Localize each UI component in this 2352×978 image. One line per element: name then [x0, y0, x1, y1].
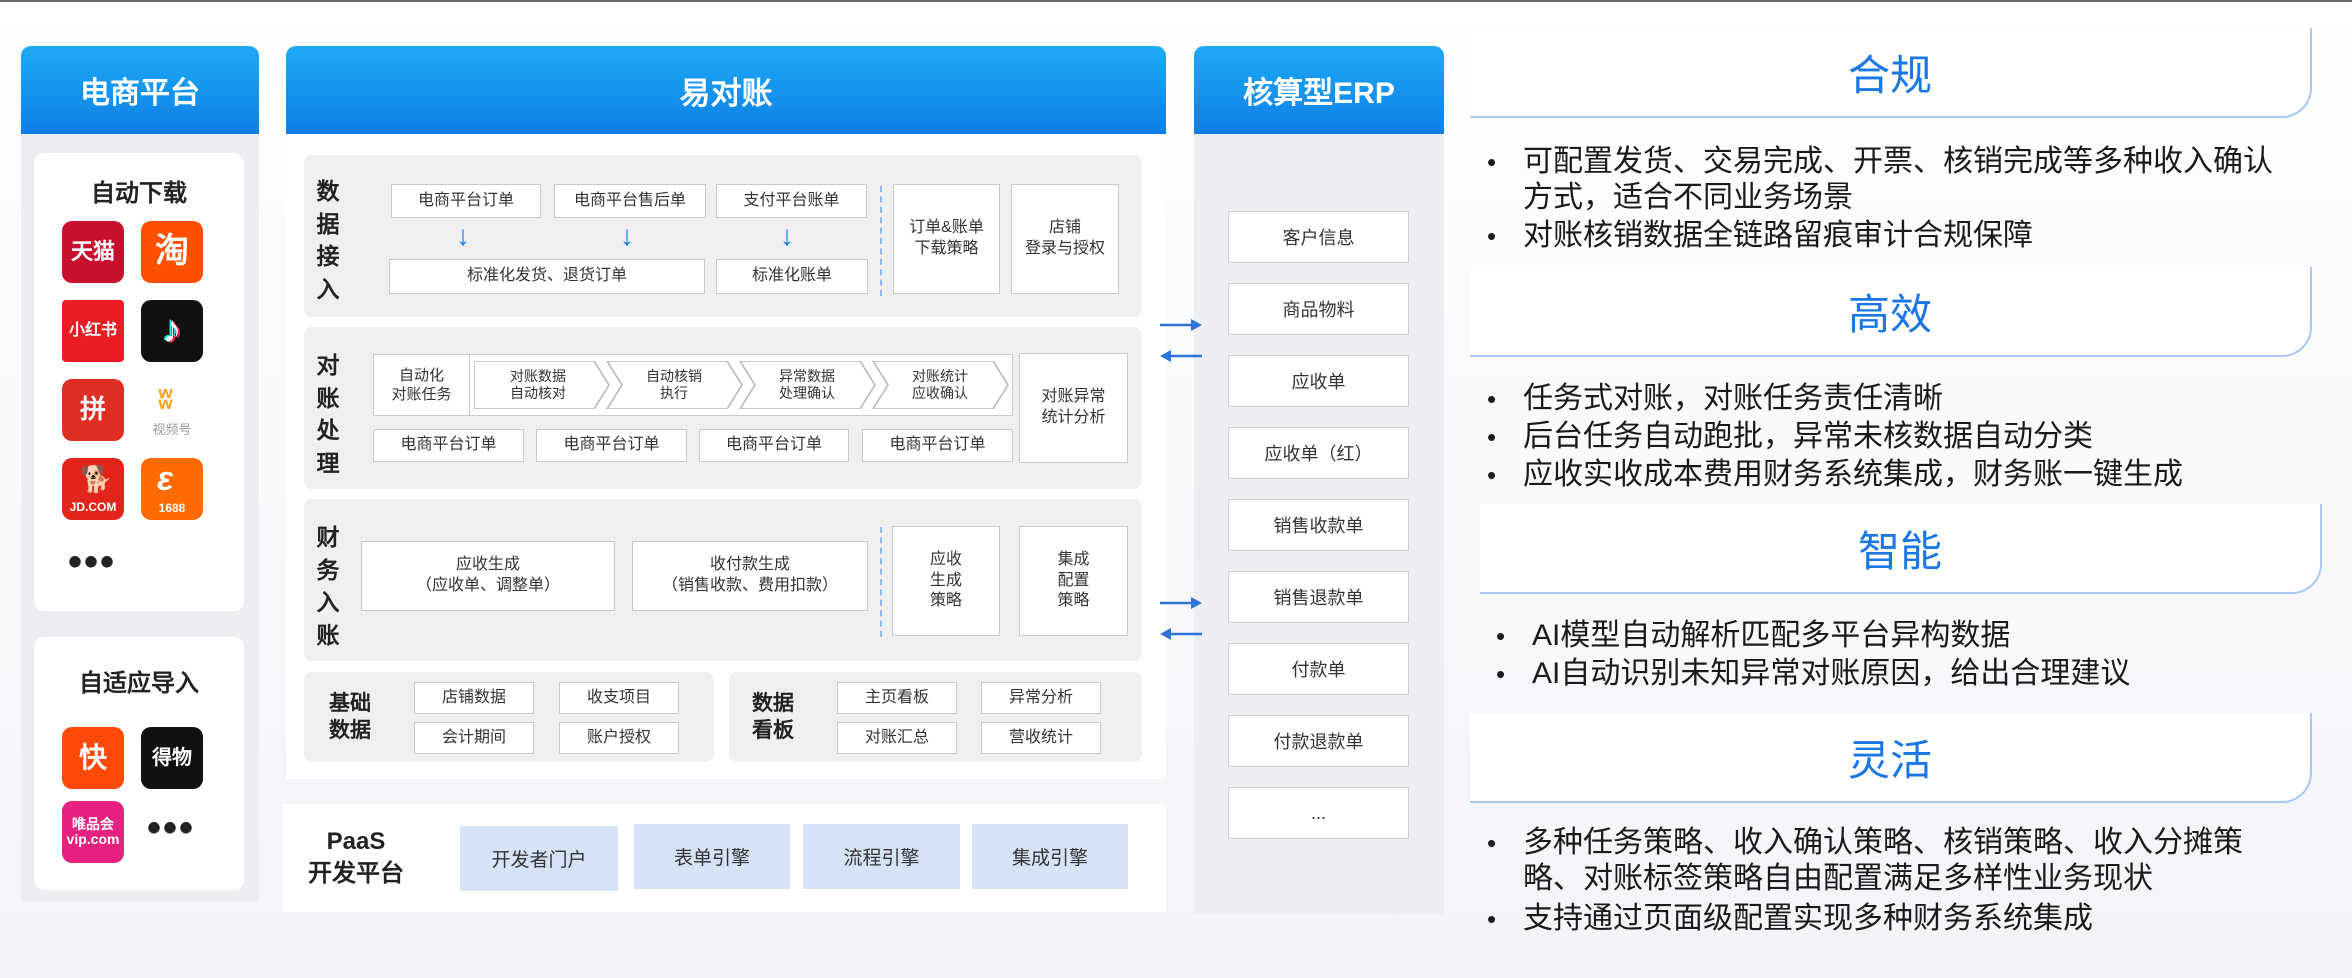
- standard-bill-box: 标准化账单: [716, 259, 868, 294]
- reconcile-summary-box: 对账汇总: [837, 722, 957, 754]
- pinduoduo-logo-icon: 拼: [62, 379, 124, 441]
- reconcile-order-box: 电商平台订单: [373, 429, 524, 462]
- anomaly-dashboard-box: 异常分析: [981, 682, 1101, 714]
- tmall-logo-icon: 天猫: [62, 221, 124, 283]
- feature-bullet: AI模型自动解析匹配多平台异构数据: [1490, 618, 2310, 654]
- home-dashboard-box: 主页看板: [837, 682, 957, 714]
- download-strategy-box: 订单&账单 下载策略: [893, 184, 1000, 294]
- recv-strategy-box: 应收 生成 策略: [892, 526, 1000, 636]
- integration-engine-box: 集成引擎: [972, 824, 1128, 889]
- erp-receivable: 应收单: [1228, 355, 1409, 407]
- feature-bullet: 多种任务策略、收入确认策略、核销策略、收入分摊策略、对账标签策略自由配置满足多样…: [1481, 825, 2301, 897]
- channels-symbol-icon: ʬ: [158, 384, 173, 415]
- down-arrow-icon: ↓: [620, 220, 634, 251]
- feature-flexibility-title: 灵活: [1470, 713, 2312, 803]
- erp-product-material: 商品物料: [1228, 283, 1409, 335]
- more-import-icon: •••: [147, 806, 196, 850]
- finance-label: 财 务 入 账: [316, 524, 340, 648]
- form-engine-box: 表单引擎: [634, 824, 790, 889]
- revenue-stats-box: 营收统计: [981, 722, 1101, 754]
- center-header: 易对账: [286, 46, 1166, 134]
- divider-dashed: [880, 527, 882, 637]
- jd-logo-icon: 🐕 JD.COM: [62, 458, 124, 520]
- step-label: 自动核销 执行: [646, 368, 702, 401]
- reconcile-label: 对 账 处 理: [316, 352, 340, 476]
- down-arrow-icon: ↓: [456, 220, 470, 251]
- alibaba1688-label: 1688: [158, 501, 186, 516]
- erp-payment-refund: 付款退款单: [1228, 715, 1409, 767]
- reconcile-order-box: 电商平台订单: [536, 429, 687, 462]
- erp-sales-receipt: 销售收款单: [1228, 499, 1409, 551]
- receivable-gen-box: 应收生成 （应收单、调整单）: [361, 541, 615, 611]
- reconcile-order-box: 电商平台订单: [862, 429, 1013, 462]
- standard-order-box: 标准化发货、退货订单: [389, 259, 705, 294]
- account-auth-box: 账户授权: [559, 722, 679, 754]
- divider-dashed: [880, 186, 882, 296]
- sync-arrows-bottom-icon: [1160, 597, 1202, 640]
- developer-portal-box: 开发者门户: [460, 826, 618, 891]
- platform-aftersale-box: 电商平台售后单: [554, 184, 706, 218]
- erp-sales-refund: 销售退款单: [1228, 571, 1409, 623]
- erp-receivable-red: 应收单（红）: [1228, 427, 1409, 479]
- accounting-period-box: 会计期间: [414, 722, 534, 754]
- xiaohongshu-logo-icon: 小红书: [62, 300, 124, 362]
- feature-bullet: 可配置发货、交易完成、开票、核销完成等多种收入确认方式，适合不同业务场景: [1481, 144, 2301, 216]
- feature-bullet: 后台任务自动跑批，异常未核数据自动分类: [1481, 419, 2301, 455]
- feature-intelligence-title: 智能: [1480, 504, 2322, 594]
- feature-bullet: AI自动识别未知异常对账原因，给出合理建议: [1490, 656, 2310, 692]
- more-platforms-icon: •••: [68, 540, 117, 584]
- step-label: 对账统计 应收确认: [912, 368, 968, 401]
- sync-arrows-top-icon: [1160, 319, 1202, 362]
- erp-customer-info: 客户信息: [1228, 211, 1409, 263]
- feature-bullet: 应收实收成本费用财务系统集成，财务账一键生成: [1481, 457, 2301, 493]
- step-label: 异常数据 处理确认: [779, 368, 835, 401]
- auto-download-title: 自动下载: [91, 180, 187, 207]
- reconcile-order-box: 电商平台订单: [699, 429, 849, 462]
- taobao-logo-icon: 淘: [141, 221, 203, 283]
- erp-header: 核算型ERP: [1194, 46, 1444, 134]
- platform-header: 电商平台: [21, 46, 259, 134]
- feature-bullet: 任务式对账，对账任务责任清晰: [1481, 381, 2301, 417]
- alibaba1688-logo-icon: ε 1688: [141, 458, 203, 520]
- dashboard-label: 数据 看板: [752, 692, 794, 743]
- dewu-logo-icon: 得物: [141, 727, 203, 789]
- payment-bill-box: 支付平台账单: [716, 184, 867, 218]
- jd-dog-icon: 🐕: [80, 464, 113, 494]
- wechat-channels-logo-icon: ʬ 视频号: [141, 379, 203, 441]
- erp-payment: 付款单: [1228, 643, 1409, 695]
- top-border: [0, 0, 2352, 2]
- income-expense-box: 收支项目: [559, 682, 679, 714]
- auto-task-box: 自动化 对账任务: [373, 354, 470, 416]
- alibaba-symbol-icon: ε: [157, 460, 174, 498]
- douyin-logo-icon: ♪: [141, 300, 203, 362]
- feature-compliance-title: 合规: [1470, 28, 2312, 118]
- basic-data-label: 基础 数据: [329, 692, 371, 743]
- store-auth-box: 店铺 登录与授权: [1011, 184, 1119, 294]
- flow-engine-box: 流程引擎: [803, 824, 960, 889]
- feature-efficiency-title: 高效: [1470, 267, 2312, 357]
- anomaly-analysis-box: 对账异常 统计分析: [1019, 353, 1128, 463]
- kuaishou-logo-icon: 快: [62, 727, 124, 789]
- data-access-label: 数 据 接 入: [316, 178, 340, 302]
- step-label: 对账数据 自动核对: [510, 368, 566, 401]
- down-arrow-icon: ↓: [780, 220, 794, 251]
- erp-more: ...: [1228, 787, 1409, 839]
- paas-label: PaaS 开发平台: [308, 828, 404, 888]
- adaptive-import-title: 自适应导入: [79, 670, 199, 697]
- integration-strategy-box: 集成 配置 策略: [1019, 526, 1128, 636]
- platform-order-box: 电商平台订单: [391, 184, 541, 218]
- feature-bullet: 支持通过页面级配置实现多种财务系统集成: [1481, 901, 2301, 937]
- store-data-box: 店铺数据: [414, 682, 534, 714]
- vip-logo-icon: 唯品会 vip.com: [62, 801, 124, 863]
- jd-label: JD.COM: [69, 500, 117, 515]
- feature-bullet: 对账核销数据全链路留痕审计合规保障: [1481, 218, 2301, 254]
- wechat-channels-label: 视频号: [152, 422, 192, 438]
- collection-gen-box: 收付款生成 （销售收款、费用扣款）: [632, 541, 868, 611]
